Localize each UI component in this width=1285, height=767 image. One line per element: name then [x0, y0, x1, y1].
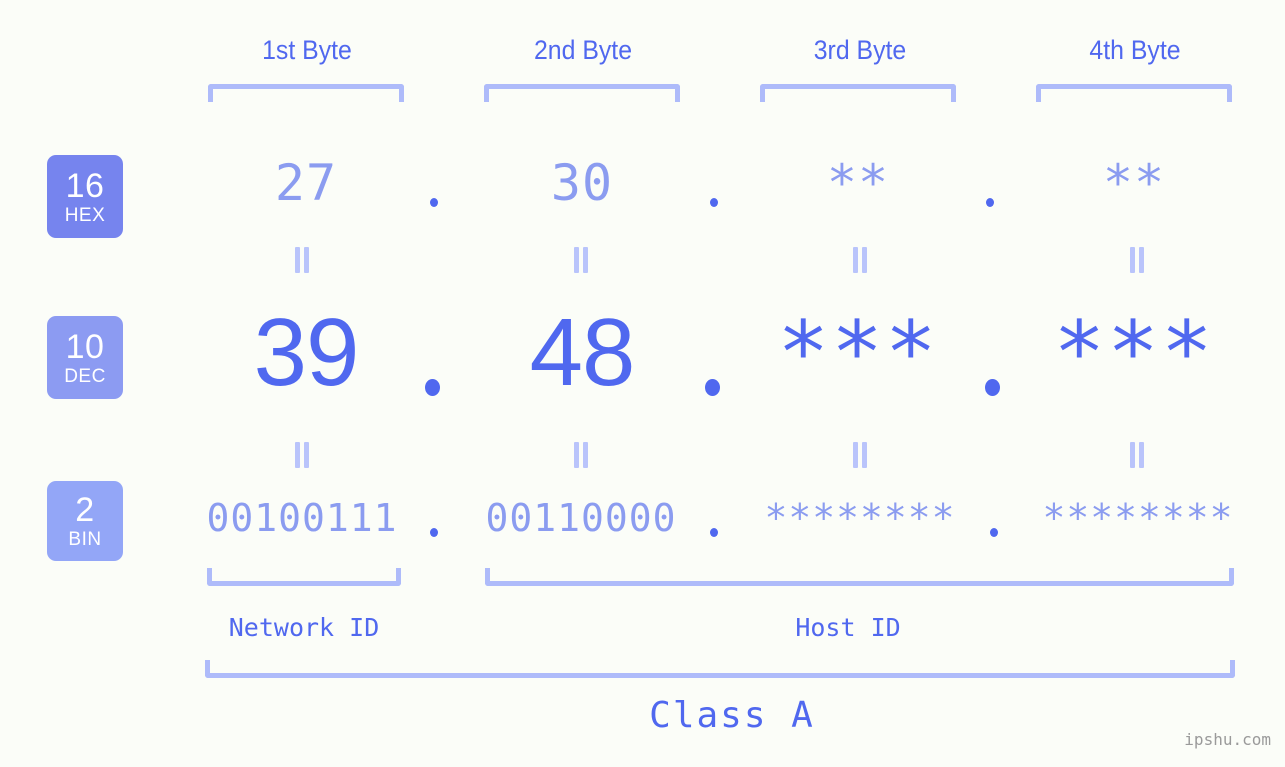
class-bracket [205, 660, 1235, 678]
equals-mark-dec-bin-4 [1129, 442, 1144, 468]
ip-byte-diagram: 1st Byte 2nd Byte 3rd Byte 4th Byte 16 H… [0, 0, 1285, 767]
radix-badge-hex-name: HEX [64, 204, 106, 226]
equals-mark-dec-bin-1 [294, 442, 309, 468]
byte-bracket-top-3 [760, 84, 956, 102]
dec-separator-dot-3 [985, 379, 1000, 396]
equals-mark-hex-dec-1 [294, 247, 309, 273]
hex-separator-dot-2 [710, 198, 718, 207]
bin-byte-2: 00110000 [485, 496, 677, 540]
radix-badge-dec-number: 10 [65, 327, 105, 366]
radix-badge-dec-name: DEC [64, 365, 106, 387]
radix-badge-hex: 16 HEX [47, 155, 123, 238]
bin-byte-4: ******** [1042, 496, 1234, 540]
dec-byte-3: *** [777, 303, 939, 403]
network-id-label: Network ID [228, 613, 380, 642]
equals-mark-hex-dec-4 [1129, 247, 1144, 273]
hex-separator-dot-3 [986, 198, 994, 207]
radix-badge-hex-number: 16 [65, 166, 105, 205]
bin-byte-3: ******** [764, 496, 956, 540]
radix-badge-dec: 10 DEC [47, 316, 123, 399]
equals-mark-hex-dec-3 [852, 247, 867, 273]
hex-byte-4: ** [1102, 154, 1166, 212]
hex-separator-dot-1 [430, 198, 438, 207]
byte-header-3: 3rd Byte [813, 35, 907, 65]
host-id-label: Host ID [795, 613, 901, 642]
bin-separator-dot-2 [710, 528, 718, 537]
dec-byte-2: 48 [529, 299, 636, 406]
byte-header-1: 1st Byte [262, 35, 352, 65]
radix-badge-bin-name: BIN [68, 529, 102, 550]
hex-byte-1: 27 [274, 154, 338, 212]
byte-header-2: 2nd Byte [533, 35, 633, 65]
hex-byte-2: 30 [550, 154, 614, 212]
radix-badge-bin: 2 BIN [47, 481, 123, 561]
equals-mark-dec-bin-2 [573, 442, 588, 468]
byte-bracket-top-4 [1036, 84, 1232, 102]
watermark: ipshu.com [1184, 730, 1271, 749]
byte-header-4: 4th Byte [1089, 35, 1181, 65]
radix-badge-bin-number: 2 [75, 491, 95, 529]
hex-byte-3: ** [826, 154, 890, 212]
byte-bracket-top-1 [208, 84, 404, 102]
network-id-bracket [207, 568, 401, 586]
dec-separator-dot-2 [705, 379, 720, 396]
dec-byte-4: *** [1053, 303, 1215, 403]
dec-byte-1: 39 [253, 299, 360, 406]
byte-bracket-top-2 [484, 84, 680, 102]
equals-mark-hex-dec-2 [573, 247, 588, 273]
bin-byte-1: 00100111 [206, 496, 398, 540]
dec-separator-dot-1 [425, 379, 440, 396]
equals-mark-dec-bin-3 [852, 442, 867, 468]
bin-separator-dot-3 [990, 528, 998, 537]
class-label: Class A [649, 695, 815, 736]
bin-separator-dot-1 [430, 528, 438, 537]
host-id-bracket [485, 568, 1234, 586]
